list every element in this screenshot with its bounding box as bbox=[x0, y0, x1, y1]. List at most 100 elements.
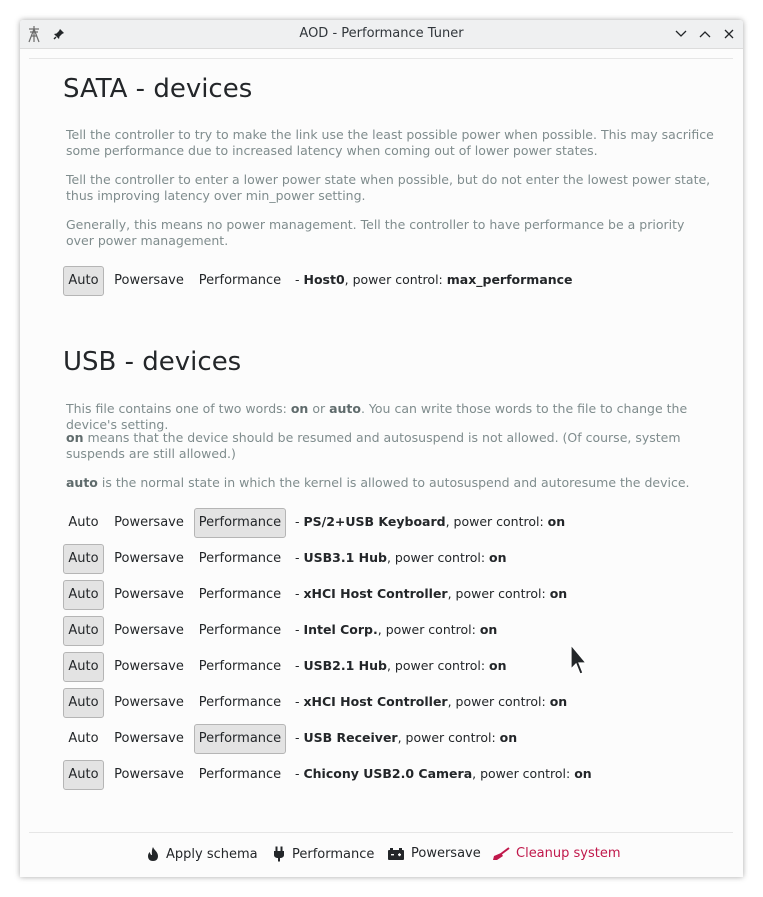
close-button[interactable] bbox=[721, 26, 737, 42]
performance-button[interactable]: Performance bbox=[194, 544, 286, 574]
device-name: Chicony USB2.0 Camera bbox=[303, 766, 473, 781]
auto-button[interactable]: Auto bbox=[63, 544, 104, 574]
performance-button[interactable]: Performance bbox=[194, 760, 286, 790]
auto-button[interactable]: Auto bbox=[63, 652, 104, 682]
usb-device-row: Auto Powersave Performance - USB Receiver, … bbox=[63, 724, 723, 754]
sata-device-row: Auto Powersave Performance - Host0, power c… bbox=[63, 266, 723, 296]
mouse-cursor bbox=[570, 643, 588, 680]
device-name: PS/2+USB Keyboard bbox=[303, 514, 446, 529]
auto-button[interactable]: Auto bbox=[63, 760, 104, 790]
usb-device-row: Auto Powersave Performance - USB3.1 Hub, po… bbox=[63, 544, 723, 574]
device-name: USB3.1 Hub bbox=[303, 550, 387, 565]
device-power-label: , power control: bbox=[445, 514, 548, 529]
device-name: xHCI Host Controller bbox=[303, 586, 448, 601]
device-label: - USB2.1 Hub, power control: on bbox=[295, 658, 507, 673]
flame-icon bbox=[148, 847, 158, 861]
device-power-label: , power control: bbox=[377, 622, 480, 637]
device-power-label: , power control: bbox=[397, 730, 500, 745]
device-label: - Host0, power control: max_performance bbox=[295, 272, 573, 287]
powersave-button[interactable]: Powersave bbox=[387, 846, 481, 861]
battery-icon bbox=[388, 847, 404, 860]
auto-button[interactable]: Auto bbox=[63, 266, 104, 296]
close-icon bbox=[724, 29, 734, 39]
usb-description-3: auto is the normal state in which the ke… bbox=[66, 475, 690, 490]
device-label: - USB Receiver, power control: on bbox=[295, 730, 517, 745]
usb-description-1: This file contains one of two words: on … bbox=[66, 401, 688, 432]
device-name: Intel Corp. bbox=[303, 622, 378, 637]
apply-schema-button[interactable]: Apply schema bbox=[146, 846, 258, 862]
device-power-value: on bbox=[574, 766, 592, 781]
device-power-value: on bbox=[479, 622, 498, 637]
device-power-value: on bbox=[489, 550, 507, 565]
device-name: xHCI Host Controller bbox=[303, 694, 448, 709]
performance-button[interactable]: Performance bbox=[194, 652, 286, 682]
device-power-value: on bbox=[489, 658, 507, 673]
device-power-value: on bbox=[549, 586, 568, 601]
device-power-value: on bbox=[499, 730, 518, 745]
device-label: - Intel Corp., power control: on bbox=[295, 622, 497, 637]
minimize-button[interactable] bbox=[673, 26, 689, 42]
device-label: - USB3.1 Hub, power control: on bbox=[295, 550, 507, 565]
window-title: AOD - Performance Tuner bbox=[299, 26, 464, 41]
device-name: USB2.1 Hub bbox=[303, 658, 387, 673]
powersave-button[interactable]: Powersave bbox=[110, 508, 188, 538]
device-label: - xHCI Host Controller, power control: o… bbox=[295, 694, 567, 709]
sata-description-2: Tell the controller to enter a lower pow… bbox=[66, 172, 711, 203]
device-power-label: , power control: bbox=[447, 586, 550, 601]
device-power-value: max_performance bbox=[446, 272, 573, 287]
powersave-button[interactable]: Powersave bbox=[110, 266, 188, 296]
powersave-button[interactable]: Powersave bbox=[110, 580, 188, 610]
performance-button[interactable]: Performance bbox=[194, 688, 286, 718]
performance-button[interactable]: Performance bbox=[194, 616, 286, 646]
usb-device-row: Auto Powersave Performance - PS/2+USB Keybo… bbox=[63, 508, 723, 538]
powersave-button[interactable]: Powersave bbox=[110, 544, 188, 574]
device-power-label: , power control: bbox=[386, 550, 490, 565]
device-power-label: , power control: bbox=[386, 658, 490, 673]
performance-button[interactable]: Performance bbox=[272, 846, 374, 862]
usb-device-row: Auto Powersave Performance - Intel Corp., p… bbox=[63, 616, 723, 646]
app-window: AOD - Performance Tuner SATA - devices T… bbox=[20, 20, 743, 877]
powersave-button[interactable]: Powersave bbox=[110, 688, 188, 718]
title-bar[interactable]: AOD - Performance Tuner bbox=[20, 20, 743, 49]
device-power-value: on bbox=[549, 694, 568, 709]
device-label: - xHCI Host Controller, power control: o… bbox=[295, 586, 567, 601]
maximize-button[interactable] bbox=[697, 26, 713, 42]
auto-button[interactable]: Auto bbox=[63, 724, 104, 754]
usb-device-row: Auto Powersave Performance - USB2.1 Hub, po… bbox=[63, 652, 723, 682]
device-name: Host0 bbox=[303, 272, 345, 287]
device-name: USB Receiver bbox=[303, 730, 398, 745]
usb-device-row: Auto Powersave Performance - Chicony USB2.0… bbox=[63, 760, 723, 790]
footer-toolbar: Apply schema Performance Powersave Clean… bbox=[29, 832, 733, 878]
device-label: - PS/2+USB Keyboard, power control: on bbox=[295, 514, 565, 529]
performance-button[interactable]: Performance bbox=[194, 580, 286, 610]
scroll-content[interactable]: SATA - devices Tell the controller to tr… bbox=[29, 58, 733, 833]
device-power-value: on bbox=[547, 514, 566, 529]
usb-device-row: Auto Powersave Performance - xHCI Host Cont… bbox=[63, 688, 723, 718]
performance-button[interactable]: Performance bbox=[194, 266, 286, 296]
sata-description-1: Tell the controller to try to make the l… bbox=[66, 127, 714, 158]
auto-button[interactable]: Auto bbox=[63, 580, 104, 610]
device-label: - Chicony USB2.0 Camera, power control: … bbox=[295, 766, 592, 781]
cleanup-system-button[interactable]: Cleanup system bbox=[492, 846, 621, 861]
auto-button[interactable]: Auto bbox=[63, 688, 104, 718]
usb-description-2: on means that the device should be resum… bbox=[66, 430, 681, 461]
powersave-button[interactable]: Powersave bbox=[110, 724, 188, 754]
performance-button[interactable]: Performance bbox=[194, 508, 286, 538]
powersave-button[interactable]: Powersave bbox=[110, 652, 188, 682]
chevron-down-icon bbox=[675, 30, 687, 37]
sata-heading: SATA - devices bbox=[63, 74, 253, 104]
device-power-label: , power control: bbox=[344, 272, 447, 287]
usb-heading: USB - devices bbox=[63, 347, 242, 377]
device-power-label: , power control: bbox=[447, 694, 550, 709]
auto-button[interactable]: Auto bbox=[63, 616, 104, 646]
auto-button[interactable]: Auto bbox=[63, 508, 104, 538]
sata-description-3: Generally, this means no power managemen… bbox=[66, 217, 685, 248]
performance-button[interactable]: Performance bbox=[194, 724, 286, 754]
powersave-button[interactable]: Powersave bbox=[110, 616, 188, 646]
chevron-up-icon bbox=[699, 31, 711, 38]
usb-device-row: Auto Powersave Performance - xHCI Host Cont… bbox=[63, 580, 723, 610]
plug-icon bbox=[274, 846, 284, 862]
device-power-label: , power control: bbox=[472, 766, 575, 781]
powersave-button[interactable]: Powersave bbox=[110, 760, 188, 790]
broom-icon bbox=[493, 846, 510, 860]
